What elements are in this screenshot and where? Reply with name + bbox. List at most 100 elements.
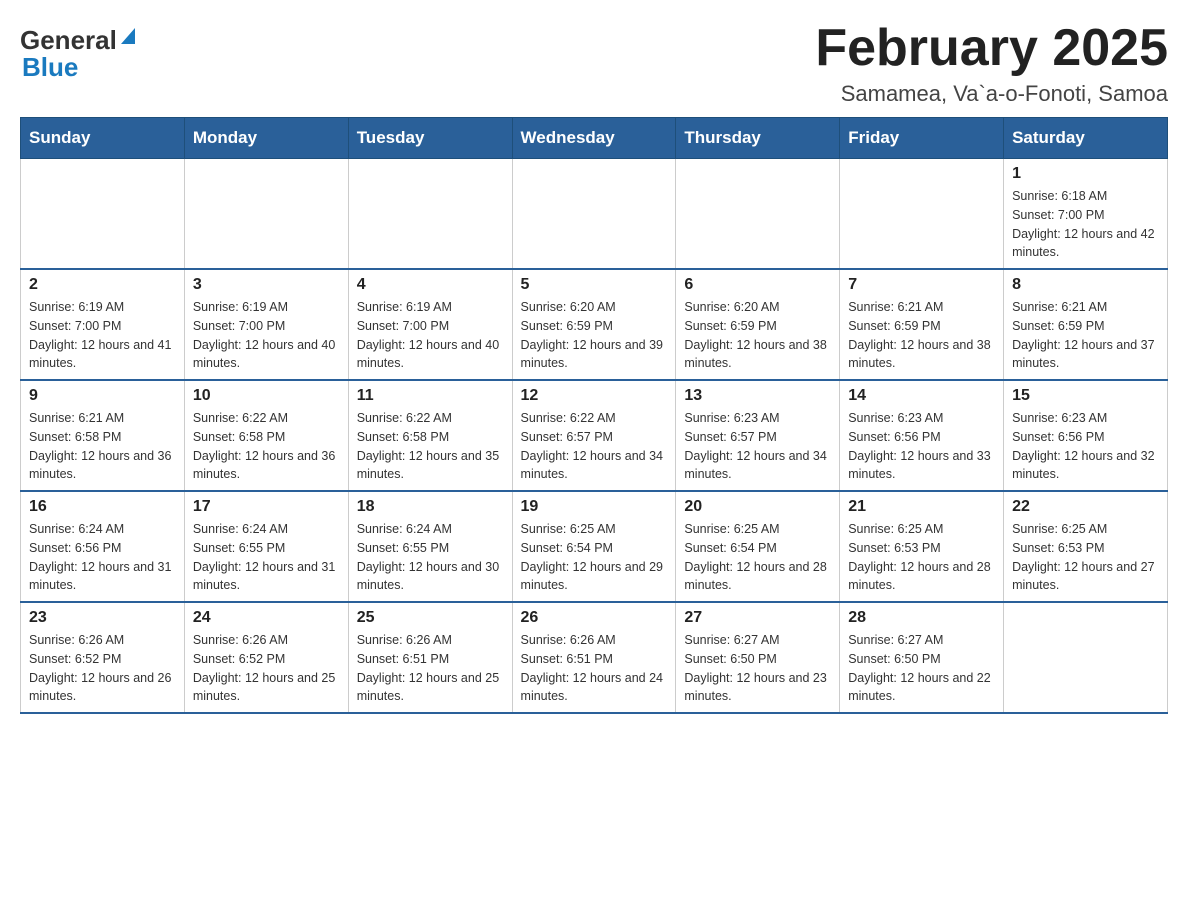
calendar-cell: 6 Sunrise: 6:20 AMSunset: 6:59 PMDaylight… (676, 269, 840, 380)
calendar-cell (21, 159, 185, 270)
logo-triangle-icon (117, 24, 139, 46)
day-info: Sunrise: 6:22 AMSunset: 6:58 PMDaylight:… (193, 409, 340, 484)
week-row-3: 9 Sunrise: 6:21 AMSunset: 6:58 PMDaylight… (21, 380, 1168, 491)
day-number: 8 (1012, 276, 1159, 294)
calendar-subtitle: Samamea, Va`a-o-Fonoti, Samoa (815, 81, 1168, 107)
calendar-cell (840, 159, 1004, 270)
day-info: Sunrise: 6:25 AMSunset: 6:53 PMDaylight:… (848, 520, 995, 595)
page-header: General Blue February 2025 Samamea, Va`a… (20, 20, 1168, 107)
day-info: Sunrise: 6:27 AMSunset: 6:50 PMDaylight:… (684, 631, 831, 706)
day-info: Sunrise: 6:23 AMSunset: 6:57 PMDaylight:… (684, 409, 831, 484)
day-info: Sunrise: 6:21 AMSunset: 6:58 PMDaylight:… (29, 409, 176, 484)
header-monday: Monday (184, 118, 348, 159)
day-number: 26 (521, 609, 668, 627)
day-number: 6 (684, 276, 831, 294)
day-number: 24 (193, 609, 340, 627)
day-number: 15 (1012, 387, 1159, 405)
day-number: 1 (1012, 165, 1159, 183)
calendar-cell (676, 159, 840, 270)
day-number: 9 (29, 387, 176, 405)
calendar-cell: 22 Sunrise: 6:25 AMSunset: 6:53 PMDayligh… (1004, 491, 1168, 602)
calendar-cell: 7 Sunrise: 6:21 AMSunset: 6:59 PMDaylight… (840, 269, 1004, 380)
calendar-cell: 2 Sunrise: 6:19 AMSunset: 7:00 PMDaylight… (21, 269, 185, 380)
header-tuesday: Tuesday (348, 118, 512, 159)
calendar-cell: 20Sunrise: 6:25 AMSunset: 6:54 PMDayligh… (676, 491, 840, 602)
day-info: Sunrise: 6:20 AMSunset: 6:59 PMDaylight:… (684, 298, 831, 373)
day-info: Sunrise: 6:25 AMSunset: 6:54 PMDaylight:… (521, 520, 668, 595)
calendar-cell: 28 Sunrise: 6:27 AMSunset: 6:50 PMDayligh… (840, 602, 1004, 713)
day-number: 25 (357, 609, 504, 627)
day-info: Sunrise: 6:21 AMSunset: 6:59 PMDaylight:… (848, 298, 995, 373)
day-info: Sunrise: 6:26 AMSunset: 6:51 PMDaylight:… (521, 631, 668, 706)
calendar-cell: 27 Sunrise: 6:27 AMSunset: 6:50 PMDayligh… (676, 602, 840, 713)
calendar-cell: 11Sunrise: 6:22 AMSunset: 6:58 PMDayligh… (348, 380, 512, 491)
day-number: 2 (29, 276, 176, 294)
day-info: Sunrise: 6:21 AMSunset: 6:59 PMDaylight:… (1012, 298, 1159, 373)
day-number: 14 (848, 387, 995, 405)
day-number: 16 (29, 498, 176, 516)
day-info: Sunrise: 6:19 AMSunset: 7:00 PMDaylight:… (29, 298, 176, 373)
week-row-1: 1 Sunrise: 6:18 AMSunset: 7:00 PMDaylight… (21, 159, 1168, 270)
day-number: 5 (521, 276, 668, 294)
calendar-cell: 19Sunrise: 6:25 AMSunset: 6:54 PMDayligh… (512, 491, 676, 602)
day-info: Sunrise: 6:24 AMSunset: 6:55 PMDaylight:… (193, 520, 340, 595)
day-number: 17 (193, 498, 340, 516)
header-friday: Friday (840, 118, 1004, 159)
calendar-cell: 10 Sunrise: 6:22 AMSunset: 6:58 PMDayligh… (184, 380, 348, 491)
calendar-cell: 24 Sunrise: 6:26 AMSunset: 6:52 PMDayligh… (184, 602, 348, 713)
title-section: February 2025 Samamea, Va`a-o-Fonoti, Sa… (815, 20, 1168, 107)
header-thursday: Thursday (676, 118, 840, 159)
calendar-cell: 16Sunrise: 6:24 AMSunset: 6:56 PMDayligh… (21, 491, 185, 602)
logo-blue-text: Blue (22, 52, 78, 83)
calendar-header: Sunday Monday Tuesday Wednesday Thursday… (21, 118, 1168, 159)
day-info: Sunrise: 6:26 AMSunset: 6:51 PMDaylight:… (357, 631, 504, 706)
calendar-cell (512, 159, 676, 270)
calendar-title: February 2025 (815, 20, 1168, 77)
day-number: 10 (193, 387, 340, 405)
day-number: 21 (848, 498, 995, 516)
day-number: 27 (684, 609, 831, 627)
day-number: 3 (193, 276, 340, 294)
day-info: Sunrise: 6:23 AMSunset: 6:56 PMDaylight:… (1012, 409, 1159, 484)
calendar-body: 1 Sunrise: 6:18 AMSunset: 7:00 PMDaylight… (21, 159, 1168, 714)
calendar-cell: 21 Sunrise: 6:25 AMSunset: 6:53 PMDayligh… (840, 491, 1004, 602)
day-number: 28 (848, 609, 995, 627)
day-info: Sunrise: 6:25 AMSunset: 6:53 PMDaylight:… (1012, 520, 1159, 595)
week-row-4: 16Sunrise: 6:24 AMSunset: 6:56 PMDayligh… (21, 491, 1168, 602)
day-number: 20 (684, 498, 831, 516)
calendar-cell: 26 Sunrise: 6:26 AMSunset: 6:51 PMDayligh… (512, 602, 676, 713)
day-number: 13 (684, 387, 831, 405)
calendar-cell: 14Sunrise: 6:23 AMSunset: 6:56 PMDayligh… (840, 380, 1004, 491)
calendar-cell: 4Sunrise: 6:19 AMSunset: 7:00 PMDaylight… (348, 269, 512, 380)
calendar-cell: 18Sunrise: 6:24 AMSunset: 6:55 PMDayligh… (348, 491, 512, 602)
calendar-cell: 1 Sunrise: 6:18 AMSunset: 7:00 PMDaylight… (1004, 159, 1168, 270)
header-wednesday: Wednesday (512, 118, 676, 159)
day-info: Sunrise: 6:27 AMSunset: 6:50 PMDaylight:… (848, 631, 995, 706)
day-number: 22 (1012, 498, 1159, 516)
header-row: Sunday Monday Tuesday Wednesday Thursday… (21, 118, 1168, 159)
calendar-cell: 3Sunrise: 6:19 AMSunset: 7:00 PMDaylight… (184, 269, 348, 380)
calendar-cell: 15 Sunrise: 6:23 AMSunset: 6:56 PMDayligh… (1004, 380, 1168, 491)
calendar-cell: 8 Sunrise: 6:21 AMSunset: 6:59 PMDaylight… (1004, 269, 1168, 380)
day-info: Sunrise: 6:22 AMSunset: 6:57 PMDaylight:… (521, 409, 668, 484)
calendar-cell: 12 Sunrise: 6:22 AMSunset: 6:57 PMDayligh… (512, 380, 676, 491)
calendar-cell: 5 Sunrise: 6:20 AMSunset: 6:59 PMDaylight… (512, 269, 676, 380)
calendar-cell: 9 Sunrise: 6:21 AMSunset: 6:58 PMDaylight… (21, 380, 185, 491)
calendar-cell (348, 159, 512, 270)
day-info: Sunrise: 6:26 AMSunset: 6:52 PMDaylight:… (193, 631, 340, 706)
day-info: Sunrise: 6:24 AMSunset: 6:55 PMDaylight:… (357, 520, 504, 595)
day-number: 23 (29, 609, 176, 627)
day-info: Sunrise: 6:18 AMSunset: 7:00 PMDaylight:… (1012, 187, 1159, 262)
calendar-cell: 17 Sunrise: 6:24 AMSunset: 6:55 PMDayligh… (184, 491, 348, 602)
day-number: 4 (357, 276, 504, 294)
week-row-5: 23 Sunrise: 6:26 AMSunset: 6:52 PMDayligh… (21, 602, 1168, 713)
calendar-cell (184, 159, 348, 270)
day-number: 7 (848, 276, 995, 294)
day-number: 12 (521, 387, 668, 405)
calendar-table: Sunday Monday Tuesday Wednesday Thursday… (20, 117, 1168, 714)
logo: General Blue (20, 20, 139, 83)
day-info: Sunrise: 6:20 AMSunset: 6:59 PMDaylight:… (521, 298, 668, 373)
week-row-2: 2 Sunrise: 6:19 AMSunset: 7:00 PMDaylight… (21, 269, 1168, 380)
calendar-cell: 25 Sunrise: 6:26 AMSunset: 6:51 PMDayligh… (348, 602, 512, 713)
day-info: Sunrise: 6:26 AMSunset: 6:52 PMDaylight:… (29, 631, 176, 706)
